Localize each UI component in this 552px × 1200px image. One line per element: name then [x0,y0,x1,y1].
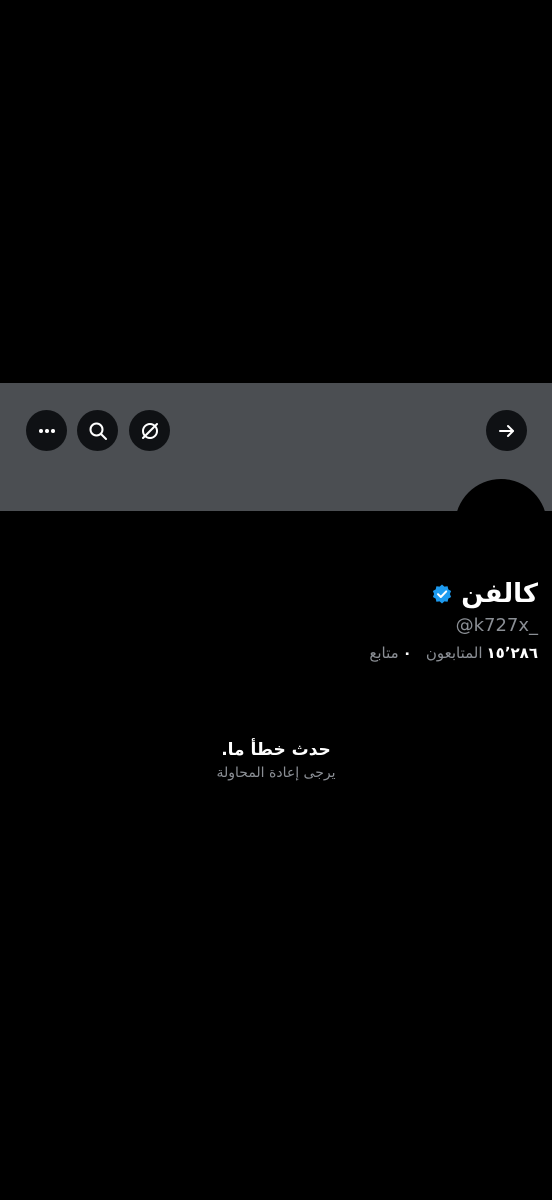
search-icon [88,421,108,441]
profile-handle: @k727x_ [455,615,538,636]
profile-stats: ١٥٬٢٨٦ المتابعون ٠ متابع [369,644,538,662]
following-count: ٠ [402,644,412,662]
avatar[interactable] [455,479,547,571]
verified-badge-icon[interactable] [431,583,453,605]
more-button[interactable] [26,410,67,451]
followers-count: ١٥٬٢٨٦ [486,644,538,662]
back-arrow-icon [497,421,517,441]
followers-label: المتابعون [425,644,483,662]
translate-icon [140,421,160,441]
profile-name-row: كالفن [431,574,538,614]
error-subtitle: يرجى إعادة المحاولة [216,765,336,781]
back-button[interactable] [486,410,527,451]
followers-stat[interactable]: ١٥٬٢٨٦ المتابعون [426,644,538,662]
more-icon [37,421,57,441]
following-stat[interactable]: ٠ متابع [369,644,411,662]
translate-button[interactable] [129,410,170,451]
search-button[interactable] [77,410,118,451]
following-label: متابع [369,644,399,662]
display-name: كالفن [461,579,538,609]
error-title: حدث خطأ ما. [221,740,331,760]
